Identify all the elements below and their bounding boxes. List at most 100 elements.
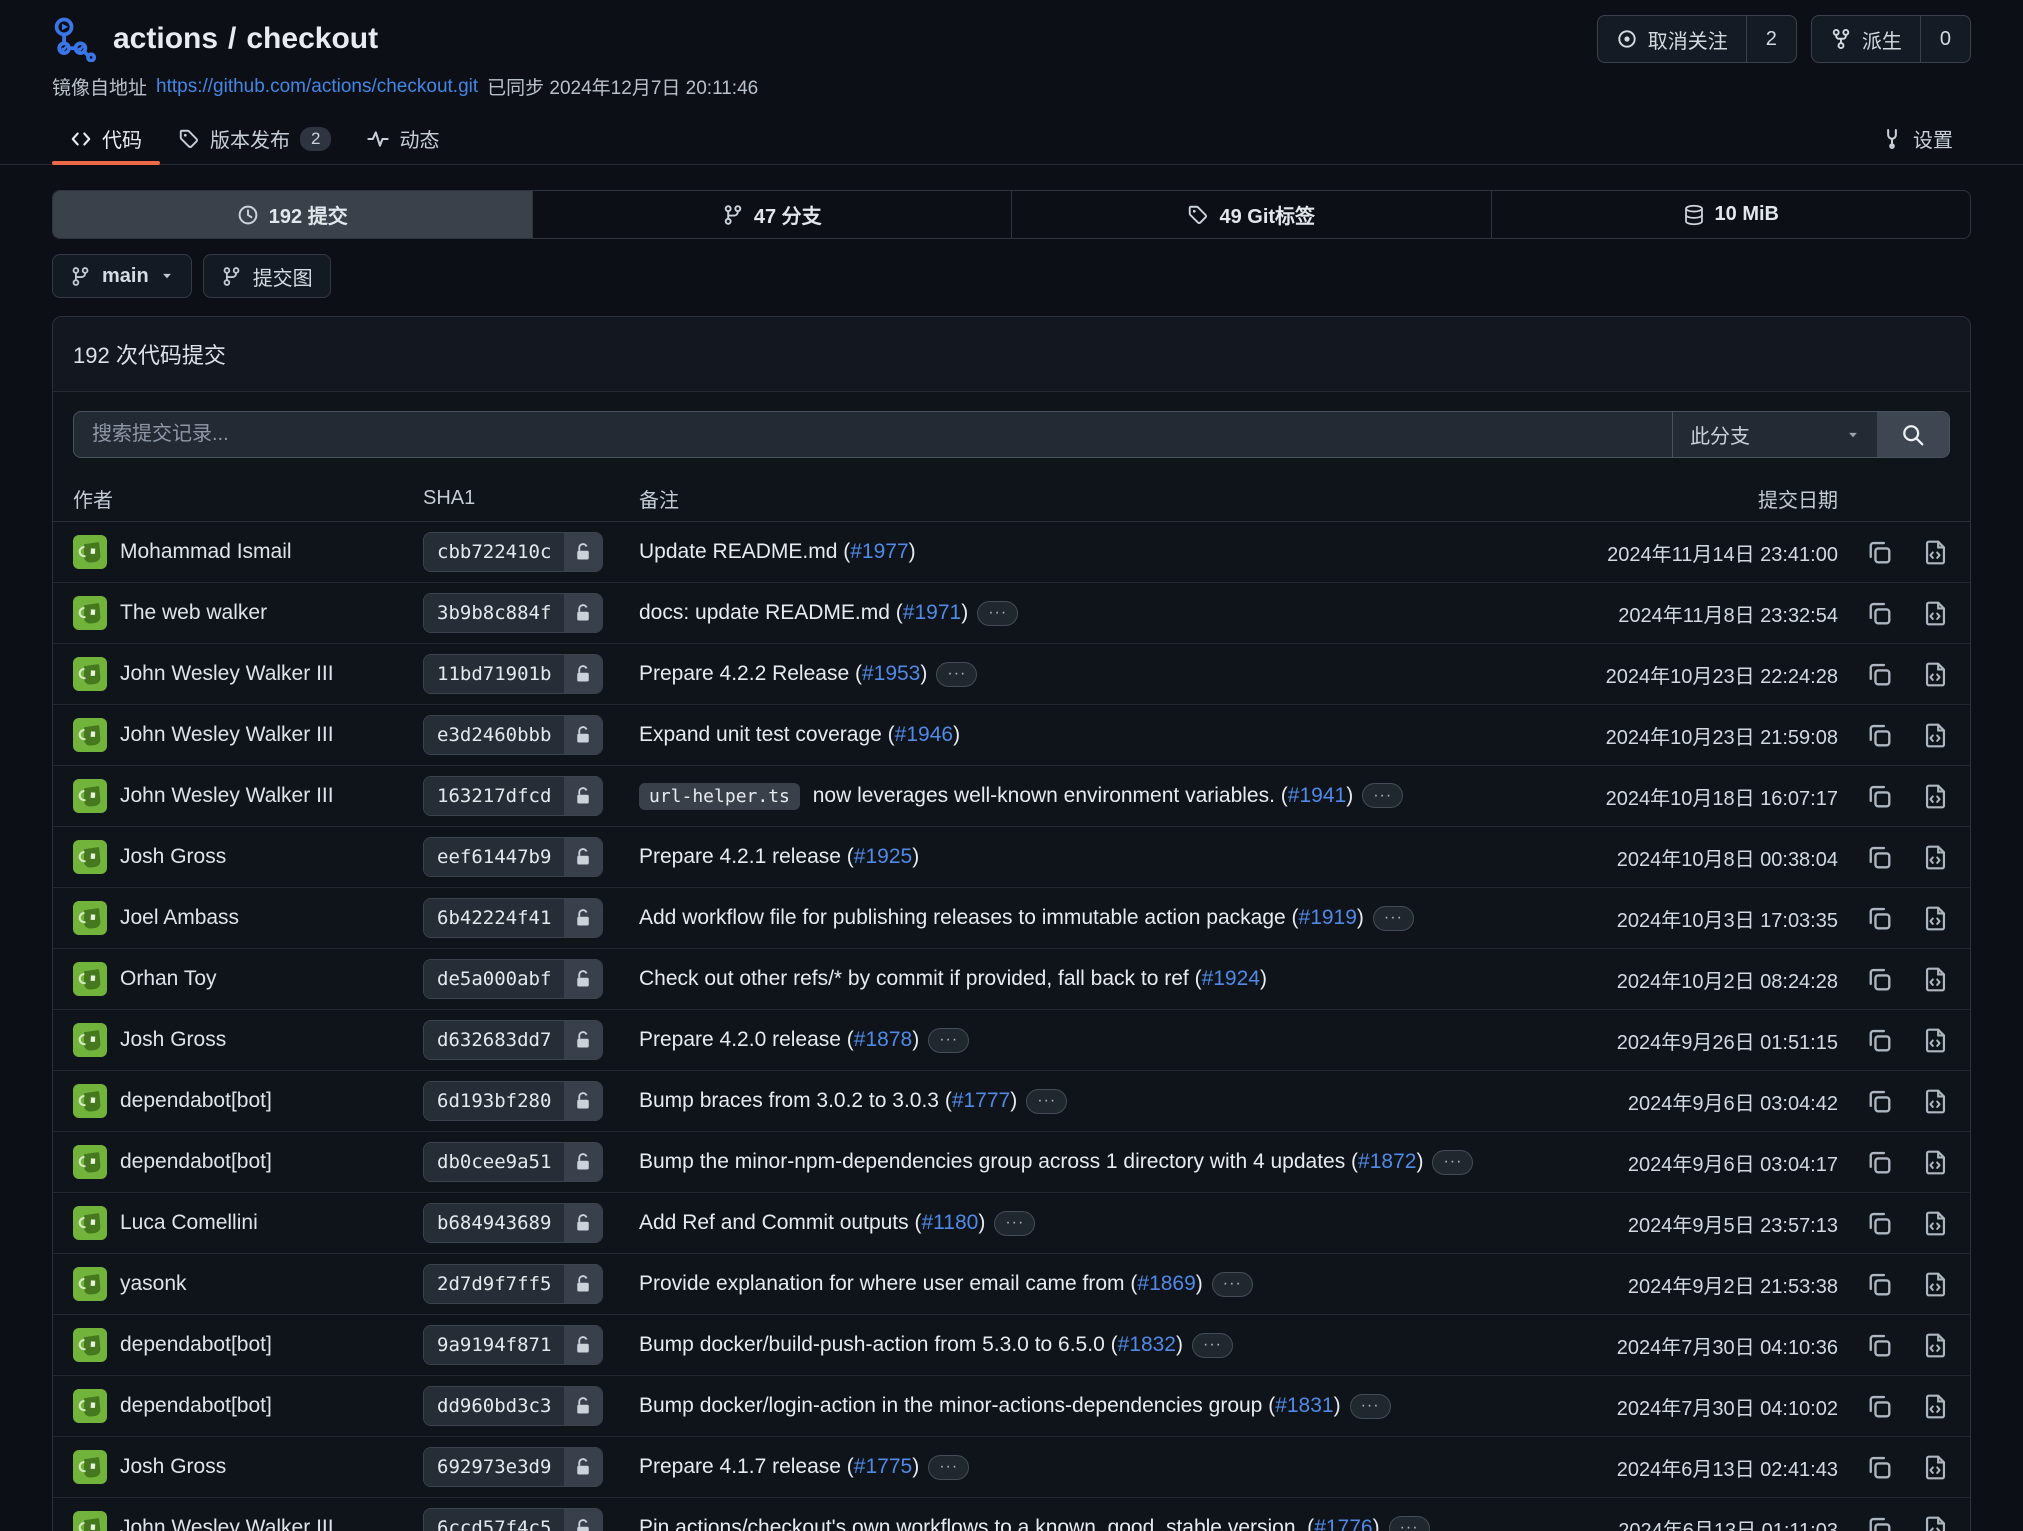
commit-pr-link[interactable]: #1919 (1299, 906, 1357, 929)
copy-sha-button[interactable] (1864, 1391, 1894, 1421)
commit-sha-badge[interactable]: eef61447b9 (423, 837, 603, 877)
author-avatar[interactable] (73, 1145, 107, 1179)
author-avatar[interactable] (73, 1084, 107, 1118)
commit-sha-badge[interactable]: 2d7d9f7ff5 (423, 1264, 603, 1304)
author-avatar[interactable] (73, 718, 107, 752)
mirror-url-link[interactable]: https://github.com/actions/checkout.git (156, 76, 478, 98)
tab-code[interactable]: 代码 (52, 113, 160, 164)
commit-pr-link[interactable]: #1872 (1358, 1150, 1416, 1173)
stat-size[interactable]: 10 MiB (1491, 191, 1971, 238)
author-avatar[interactable] (73, 840, 107, 874)
browse-source-button[interactable] (1920, 842, 1950, 872)
copy-sha-button[interactable] (1864, 1513, 1894, 1531)
commit-sha-badge[interactable]: 163217dfcd (423, 776, 603, 816)
copy-sha-button[interactable] (1864, 537, 1894, 567)
commit-sha-badge[interactable]: e3d2460bbb (423, 715, 603, 755)
browse-source-button[interactable] (1920, 720, 1950, 750)
search-button[interactable] (1877, 412, 1949, 457)
copy-sha-button[interactable] (1864, 1208, 1894, 1238)
fork-button[interactable]: 派生 0 (1811, 15, 1971, 63)
commit-sha-badge[interactable]: dd960bd3c3 (423, 1386, 603, 1426)
browse-source-button[interactable] (1920, 781, 1950, 811)
copy-sha-button[interactable] (1864, 598, 1894, 628)
author-avatar[interactable] (73, 596, 107, 630)
author-avatar[interactable] (73, 1511, 107, 1531)
copy-sha-button[interactable] (1864, 1086, 1894, 1116)
commit-sha-badge[interactable]: cbb722410c (423, 532, 603, 572)
commit-more-button[interactable]: ··· (1350, 1394, 1391, 1419)
browse-source-button[interactable] (1920, 1513, 1950, 1531)
author-avatar[interactable] (73, 535, 107, 569)
commit-pr-link[interactable]: #1977 (850, 540, 908, 563)
tab-releases[interactable]: 版本发布 2 (160, 113, 349, 164)
commit-pr-link[interactable]: #1180 (921, 1211, 978, 1234)
browse-source-button[interactable] (1920, 598, 1950, 628)
author-avatar[interactable] (73, 901, 107, 935)
author-avatar[interactable] (73, 1206, 107, 1240)
browse-source-button[interactable] (1920, 1208, 1950, 1238)
commit-sha-badge[interactable]: 6d193bf280 (423, 1081, 603, 1121)
browse-source-button[interactable] (1920, 1391, 1950, 1421)
commit-sha-badge[interactable]: 6ccd57f4c5 (423, 1508, 603, 1531)
commit-pr-link[interactable]: #1831 (1275, 1394, 1333, 1417)
commit-pr-link[interactable]: #1925 (854, 845, 912, 868)
commit-sha-badge[interactable]: 9a9194f871 (423, 1325, 603, 1365)
copy-sha-button[interactable] (1864, 781, 1894, 811)
browse-source-button[interactable] (1920, 903, 1950, 933)
author-avatar[interactable] (73, 1023, 107, 1057)
unwatch-button[interactable]: 取消关注 2 (1597, 15, 1797, 63)
commit-more-button[interactable]: ··· (1192, 1333, 1233, 1358)
watchers-count[interactable]: 2 (1746, 16, 1796, 62)
stat-tags[interactable]: 49 Git标签 (1011, 191, 1491, 238)
browse-source-button[interactable] (1920, 537, 1950, 567)
browse-source-button[interactable] (1920, 1330, 1950, 1360)
branch-filter-dropdown[interactable]: 此分支 (1672, 412, 1877, 457)
copy-sha-button[interactable] (1864, 1025, 1894, 1055)
author-avatar[interactable] (73, 962, 107, 996)
commit-sha-badge[interactable]: 692973e3d9 (423, 1447, 603, 1487)
commit-sha-badge[interactable]: 3b9b8c884f (423, 593, 603, 633)
commit-pr-link[interactable]: #1869 (1137, 1272, 1195, 1295)
browse-source-button[interactable] (1920, 1025, 1950, 1055)
copy-sha-button[interactable] (1864, 1330, 1894, 1360)
browse-source-button[interactable] (1920, 1452, 1950, 1482)
author-avatar[interactable] (73, 657, 107, 691)
browse-source-button[interactable] (1920, 659, 1950, 689)
commit-pr-link[interactable]: #1775 (854, 1455, 912, 1478)
commit-pr-link[interactable]: #1832 (1118, 1333, 1176, 1356)
stat-branches[interactable]: 47 分支 (532, 191, 1012, 238)
commit-sha-badge[interactable]: 6b42224f41 (423, 898, 603, 938)
search-input[interactable] (74, 412, 1672, 457)
branch-selector[interactable]: main (52, 254, 192, 298)
commit-more-button[interactable]: ··· (1212, 1272, 1253, 1297)
commit-sha-badge[interactable]: d632683dd7 (423, 1020, 603, 1060)
copy-sha-button[interactable] (1864, 1452, 1894, 1482)
commit-pr-link[interactable]: #1924 (1202, 967, 1260, 990)
author-avatar[interactable] (73, 1267, 107, 1301)
commit-pr-link[interactable]: #1941 (1288, 784, 1346, 807)
commit-more-button[interactable]: ··· (928, 1455, 969, 1480)
copy-sha-button[interactable] (1864, 964, 1894, 994)
commit-pr-link[interactable]: #1946 (895, 723, 953, 746)
browse-source-button[interactable] (1920, 964, 1950, 994)
commit-more-button[interactable]: ··· (1362, 783, 1403, 808)
repo-avatar-icon[interactable] (52, 16, 98, 62)
commit-sha-badge[interactable]: db0cee9a51 (423, 1142, 603, 1182)
commit-sha-badge[interactable]: de5a000abf (423, 959, 603, 999)
copy-sha-button[interactable] (1864, 720, 1894, 750)
copy-sha-button[interactable] (1864, 1269, 1894, 1299)
commit-pr-link[interactable]: #1776 (1314, 1516, 1372, 1531)
author-avatar[interactable] (73, 1450, 107, 1484)
forks-count[interactable]: 0 (1920, 16, 1970, 62)
browse-source-button[interactable] (1920, 1086, 1950, 1116)
commit-more-button[interactable]: ··· (1373, 906, 1414, 931)
author-avatar[interactable] (73, 779, 107, 813)
copy-sha-button[interactable] (1864, 842, 1894, 872)
commit-more-button[interactable]: ··· (1432, 1150, 1473, 1175)
browse-source-button[interactable] (1920, 1269, 1950, 1299)
commit-sha-badge[interactable]: b684943689 (423, 1203, 603, 1243)
commit-pr-link[interactable]: #1878 (854, 1028, 912, 1051)
commit-more-button[interactable]: ··· (1389, 1516, 1430, 1531)
commit-more-button[interactable]: ··· (928, 1028, 969, 1053)
copy-sha-button[interactable] (1864, 903, 1894, 933)
